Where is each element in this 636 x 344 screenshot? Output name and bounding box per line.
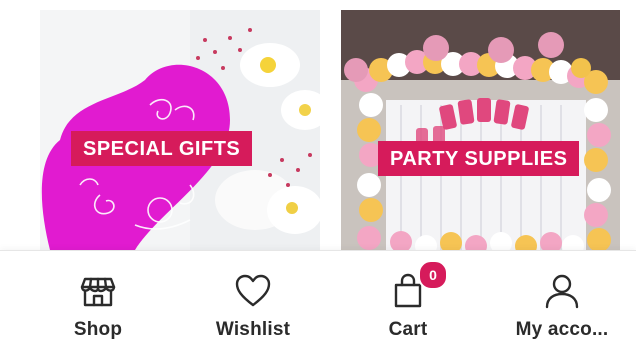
- category-tiles: SPECIAL GIFTS PARTY SUPPLIES: [0, 0, 636, 250]
- heart-icon: [235, 274, 271, 307]
- party-supplies-label: PARTY SUPPLIES: [378, 141, 580, 176]
- nav-shop-label: Shop: [73, 319, 123, 340]
- special-gifts-image: [40, 10, 320, 250]
- nav-wishlist[interactable]: Wishlist: [193, 251, 313, 344]
- party-supplies-image: [341, 10, 620, 250]
- cart-count-badge: 0: [418, 260, 448, 290]
- nav-cart[interactable]: 0 Cart: [348, 251, 468, 344]
- store-icon: [80, 277, 116, 307]
- nav-my-account[interactable]: My acco...: [500, 251, 624, 344]
- category-tile-special-gifts[interactable]: SPECIAL GIFTS: [40, 10, 320, 250]
- nav-shop[interactable]: Shop: [38, 251, 158, 344]
- bottom-navigation: Shop Wishlist 0 Cart My acco...: [0, 250, 636, 344]
- special-gifts-label: SPECIAL GIFTS: [71, 131, 253, 166]
- nav-wishlist-label: Wishlist: [215, 319, 291, 340]
- user-icon: [545, 274, 579, 309]
- category-tile-party-supplies[interactable]: PARTY SUPPLIES: [341, 10, 620, 250]
- nav-my-account-label: My acco...: [515, 319, 609, 340]
- nav-cart-label: Cart: [388, 319, 428, 340]
